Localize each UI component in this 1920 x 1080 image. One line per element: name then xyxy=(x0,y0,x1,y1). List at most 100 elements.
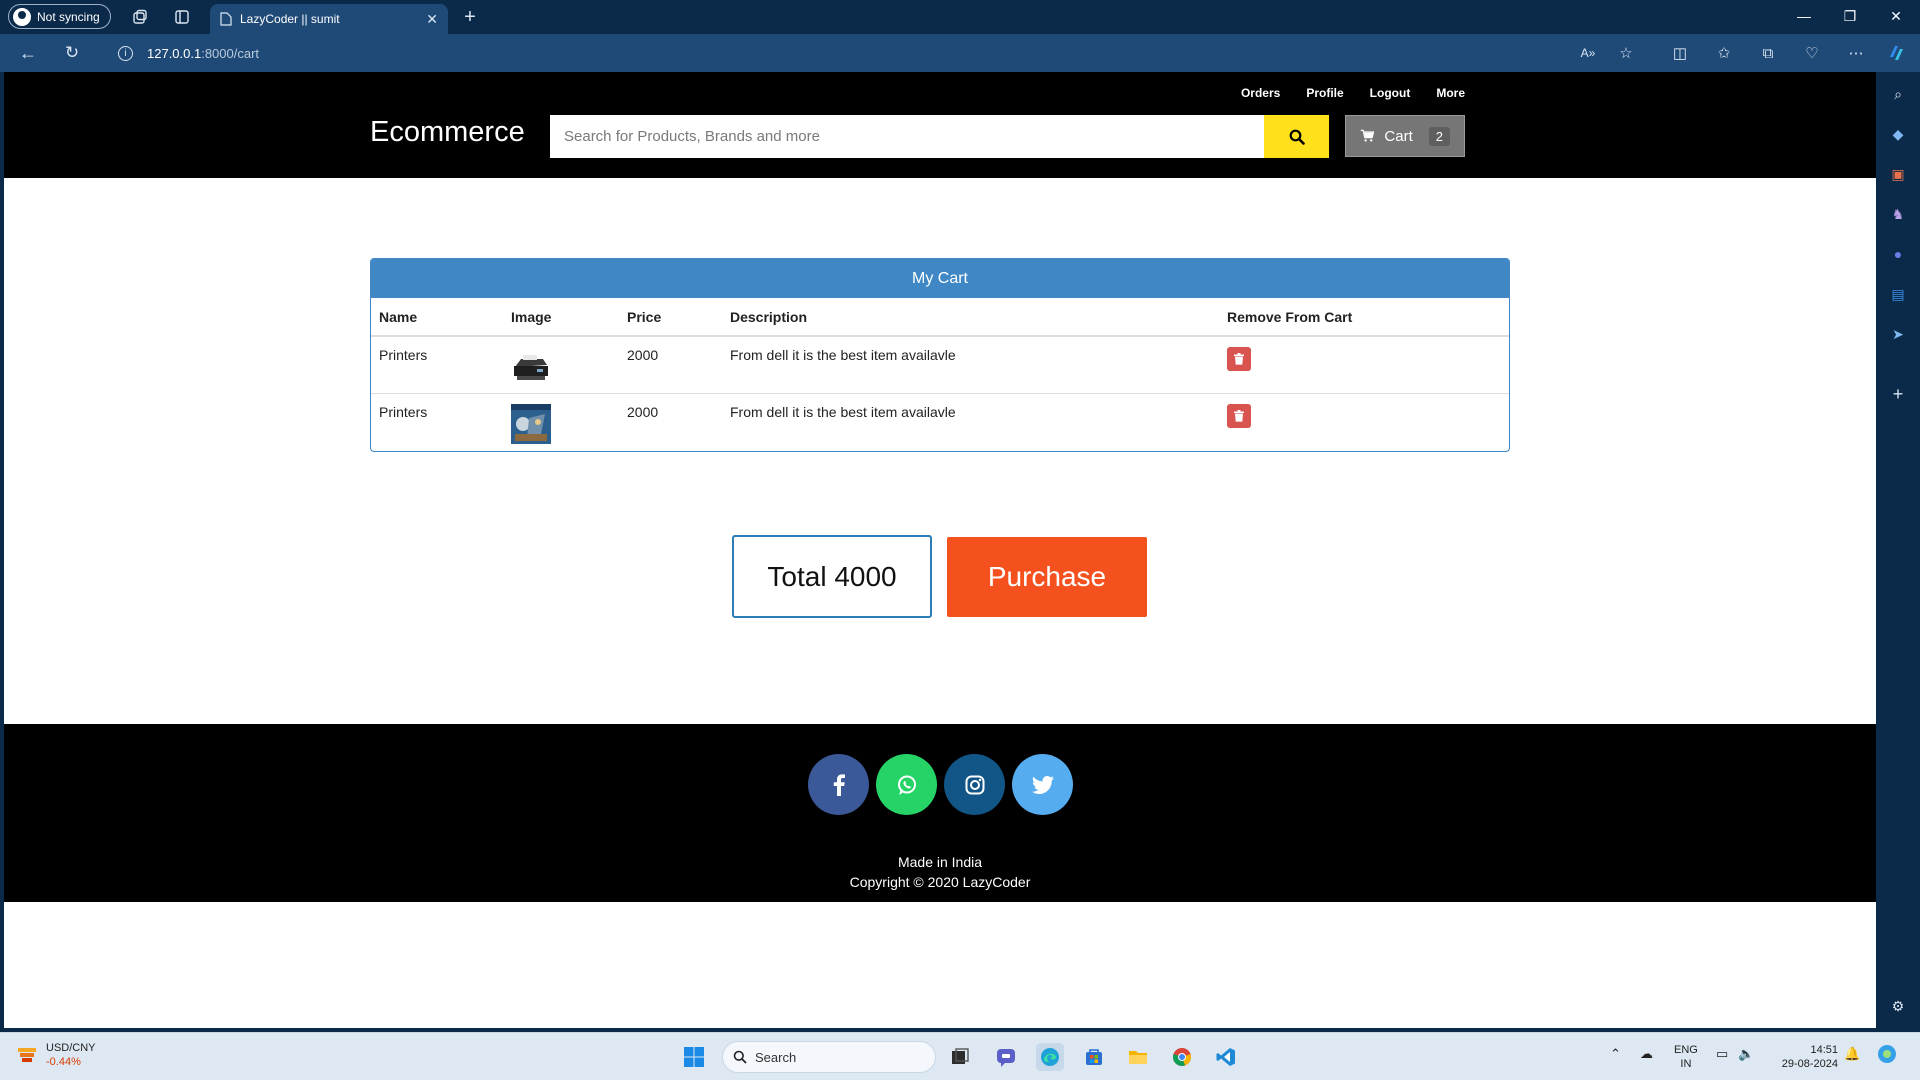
notification-bell-icon[interactable]: 🔔 xyxy=(1844,1047,1860,1061)
printer-thumbnail[interactable] xyxy=(511,347,551,387)
site-footer: Made in India Copyright © 2020 LazyCoder xyxy=(4,724,1876,902)
page-icon xyxy=(220,12,232,26)
new-tab-icon[interactable]: + xyxy=(458,5,482,29)
whatsapp-button[interactable] xyxy=(876,754,937,815)
edge-app-icon[interactable] xyxy=(1036,1043,1064,1071)
tray-wifi-icon[interactable]: ▭ xyxy=(1716,1047,1728,1061)
sidebar-office-icon[interactable]: ● xyxy=(1888,244,1908,264)
table-row: Printers 2000 From dell it is the best i… xyxy=(371,393,1509,450)
site-brand[interactable]: Ecommerce xyxy=(370,116,525,149)
workspaces-icon[interactable] xyxy=(128,5,152,29)
game-cover-thumbnail[interactable] xyxy=(511,403,551,444)
page-viewport: Orders Profile Logout More Ecommerce Car… xyxy=(4,72,1876,1028)
tray-volume-icon[interactable]: 🔈 xyxy=(1738,1047,1754,1061)
row-description: From dell it is the best item availavle xyxy=(722,336,1219,394)
tray-chevron-icon[interactable]: ⌃ xyxy=(1610,1047,1621,1061)
clock-date: 29-08-2024 xyxy=(1781,1058,1838,1070)
store-icon[interactable] xyxy=(1080,1043,1108,1071)
profile-button[interactable]: Not syncing xyxy=(8,4,111,29)
taskbar-search-label: Search xyxy=(755,1049,797,1065)
cart-button[interactable]: Cart 2 xyxy=(1345,115,1465,157)
nav-logout-link[interactable]: Logout xyxy=(1370,86,1411,100)
language-bottom: IN xyxy=(1680,1058,1692,1070)
nav-orders-link[interactable]: Orders xyxy=(1241,86,1280,100)
browser-tab-bar: Not syncing LazyCoder || sumit ✕ + — ❐ ✕ xyxy=(0,0,1920,34)
browser-essentials-icon[interactable]: ♡ xyxy=(1800,41,1824,65)
edge-sidebar: ⌕ ◆ ▣ ♞ ● ▤ ➤ + ⚙ xyxy=(1876,72,1920,1028)
restore-icon[interactable]: ❐ xyxy=(1830,4,1870,28)
taskbar-clock[interactable]: 14:51 29-08-2024 xyxy=(1772,1043,1838,1071)
instagram-icon xyxy=(965,775,984,794)
tray-network-cloud-icon[interactable]: ☁ xyxy=(1640,1047,1653,1061)
clock-time: 14:51 xyxy=(1810,1044,1838,1056)
nav-profile-link[interactable]: Profile xyxy=(1306,86,1343,100)
sidebar-tools-icon[interactable]: ▣ xyxy=(1888,164,1908,184)
tab-title: LazyCoder || sumit xyxy=(240,12,340,26)
back-icon[interactable]: ← xyxy=(16,41,40,65)
sidebar-search-icon[interactable]: ⌕ xyxy=(1888,84,1908,104)
cart-table: Name Image Price Description Remove From… xyxy=(371,298,1509,450)
search-button[interactable] xyxy=(1264,115,1329,158)
cart-panel-title: My Cart xyxy=(371,259,1509,298)
url-text[interactable]: 127.0.0.1:8000/cart xyxy=(147,46,259,61)
split-screen-icon[interactable]: ◫ xyxy=(1668,41,1692,65)
tab-lazycoder[interactable]: LazyCoder || sumit ✕ xyxy=(210,4,448,34)
facebook-button[interactable] xyxy=(808,754,869,815)
copilot-tray-icon[interactable] xyxy=(1876,1043,1898,1069)
address-bar[interactable]: i 127.0.0.1:8000/cart xyxy=(104,38,1564,68)
collections-icon[interactable]: ⧉ xyxy=(1756,41,1780,65)
vertical-tabs-icon[interactable] xyxy=(170,5,194,29)
sidebar-shopping-icon[interactable]: ◆ xyxy=(1888,124,1908,144)
instagram-button[interactable] xyxy=(944,754,1005,815)
more-options-icon[interactable]: ⋯ xyxy=(1844,41,1868,65)
col-image: Image xyxy=(503,298,619,337)
windows-logo-icon xyxy=(684,1047,704,1067)
chrome-icon[interactable] xyxy=(1168,1043,1196,1071)
purchase-button[interactable]: Purchase xyxy=(947,537,1147,617)
minimize-icon[interactable]: — xyxy=(1784,4,1824,28)
language-indicator[interactable]: ENG IN xyxy=(1674,1043,1698,1071)
twitter-button[interactable] xyxy=(1012,754,1073,815)
taskbar-search[interactable]: Search xyxy=(722,1041,936,1073)
language-top: ENG xyxy=(1674,1044,1698,1056)
close-tab-icon[interactable]: ✕ xyxy=(426,11,438,28)
currency-chart-icon xyxy=(18,1048,36,1062)
favorites-icon[interactable]: ✩ xyxy=(1712,41,1736,65)
remove-item-button[interactable] xyxy=(1227,403,1251,428)
facebook-icon xyxy=(833,773,845,796)
search-input[interactable] xyxy=(550,115,1264,158)
refresh-icon[interactable]: ↻ xyxy=(60,41,84,65)
close-window-icon[interactable]: ✕ xyxy=(1876,4,1916,28)
cart-icon xyxy=(1360,129,1375,142)
sidebar-settings-icon[interactable]: ⚙ xyxy=(1888,996,1908,1016)
row-image-cell xyxy=(503,336,619,394)
search-icon xyxy=(733,1050,747,1064)
remove-item-button[interactable] xyxy=(1227,347,1251,371)
footer-copyright: Copyright © 2020 LazyCoder xyxy=(849,874,1031,890)
cart-panel: My Cart Name Image Price Description Rem… xyxy=(370,258,1510,452)
nav-more-link[interactable]: More xyxy=(1436,86,1465,100)
sidebar-outlook-icon[interactable]: ▤ xyxy=(1888,284,1908,304)
row-price: 2000 xyxy=(627,403,659,420)
start-button[interactable] xyxy=(680,1043,708,1071)
row-price: 2000 xyxy=(619,336,722,394)
favorite-star-icon[interactable]: ☆ xyxy=(1614,41,1638,65)
currency-widget[interactable]: USD/CNY -0.44% xyxy=(16,1041,96,1069)
task-view-icon[interactable] xyxy=(946,1043,974,1071)
file-explorer-icon[interactable] xyxy=(1124,1043,1152,1071)
sidebar-games-icon[interactable]: ♞ xyxy=(1888,204,1908,224)
sidebar-send-icon[interactable]: ➤ xyxy=(1888,324,1908,344)
top-nav: Orders Profile Logout More xyxy=(1241,86,1465,100)
copilot-icon[interactable] xyxy=(1884,41,1908,65)
col-price: Price xyxy=(619,298,722,337)
read-aloud-icon[interactable]: A» xyxy=(1576,41,1600,65)
row-name: Printers xyxy=(379,403,428,420)
site-info-icon[interactable]: i xyxy=(118,45,133,61)
sidebar-add-icon[interactable]: + xyxy=(1888,384,1908,404)
address-toolbar: ← ↻ i 127.0.0.1:8000/cart A» ☆ ◫ ✩ ⧉ ♡ ⋯ xyxy=(0,34,1920,72)
profile-sync-label: Not syncing xyxy=(37,9,100,24)
col-name: Name xyxy=(371,298,503,337)
cart-count-badge: 2 xyxy=(1428,126,1450,146)
vscode-icon[interactable] xyxy=(1212,1043,1240,1071)
teams-icon[interactable] xyxy=(992,1043,1020,1071)
